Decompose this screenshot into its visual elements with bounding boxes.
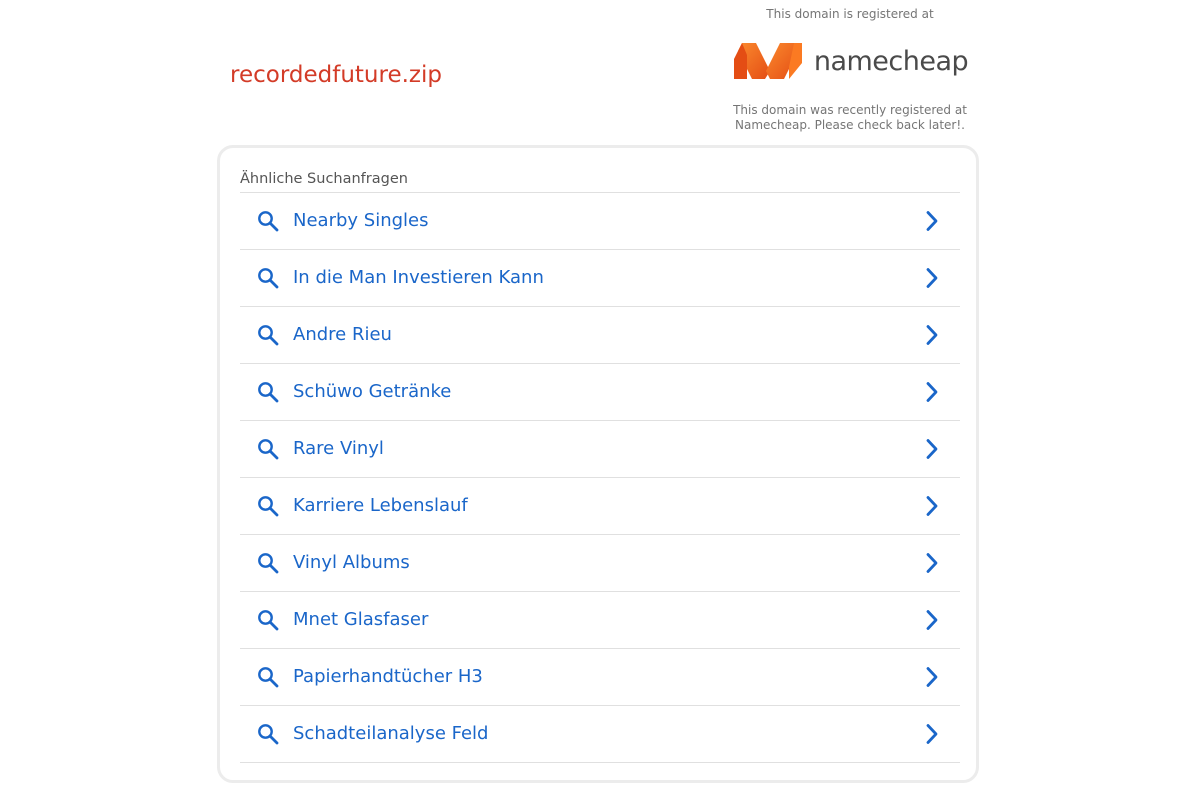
page: recordedfuture.zip This domain is regist… — [0, 0, 1200, 800]
search-suggestion-label: Rare Vinyl — [293, 438, 384, 459]
search-suggestion-item[interactable]: Nearby Singles — [240, 193, 960, 250]
search-suggestion-item[interactable]: Karriere Lebenslauf — [240, 478, 960, 535]
search-icon — [258, 553, 279, 574]
search-suggestion-label: Vinyl Albums — [293, 552, 410, 573]
chevron-right-icon — [926, 667, 938, 687]
registrar-bottom-text: This domain was recently registered at N… — [733, 103, 967, 132]
search-suggestion-item[interactable]: Mnet Glasfaser — [240, 592, 960, 649]
chevron-right-icon — [926, 325, 938, 345]
search-icon — [258, 325, 279, 346]
search-icon — [258, 211, 279, 232]
search-suggestion-item[interactable]: Andre Rieu — [240, 307, 960, 364]
chevron-right-icon — [926, 724, 938, 744]
search-suggestion-label: Karriere Lebenslauf — [293, 495, 468, 516]
search-suggestion-label: Andre Rieu — [293, 324, 392, 345]
search-suggestion-label: In die Man Investieren Kann — [293, 267, 544, 288]
chevron-right-icon — [926, 268, 938, 288]
search-icon — [258, 610, 279, 631]
search-icon — [258, 724, 279, 745]
search-suggestion-item[interactable]: In die Man Investieren Kann — [240, 250, 960, 307]
chevron-right-icon — [926, 211, 938, 231]
search-suggestion-item[interactable]: Schadteilanalyse Feld — [240, 706, 960, 763]
related-searches-panel: Ähnliche Suchanfragen Nearby Singles In … — [217, 145, 979, 783]
domain-title: recordedfuture.zip — [230, 62, 442, 88]
registrar-block: This domain is registered at namecheap T… — [730, 6, 970, 133]
namecheap-logo[interactable]: namecheap — [730, 36, 970, 86]
chevron-right-icon — [926, 553, 938, 573]
registrar-top-text: This domain is registered at — [766, 7, 934, 21]
search-suggestion-item[interactable]: Vinyl Albums — [240, 535, 960, 592]
related-searches-list: Nearby Singles In die Man Investieren Ka… — [240, 192, 960, 763]
search-suggestion-item[interactable]: Papierhandtücher H3 — [240, 649, 960, 706]
chevron-right-icon — [926, 439, 938, 459]
namecheap-logo-icon — [733, 43, 802, 79]
search-suggestion-item[interactable]: Schüwo Getränke — [240, 364, 960, 421]
search-icon — [258, 382, 279, 403]
search-icon — [258, 496, 279, 517]
search-suggestion-label: Schüwo Getränke — [293, 381, 452, 402]
chevron-right-icon — [926, 382, 938, 402]
namecheap-wordmark: namecheap — [813, 45, 969, 77]
search-icon — [258, 268, 279, 289]
search-icon — [258, 439, 279, 460]
search-suggestion-label: Mnet Glasfaser — [293, 609, 429, 630]
chevron-right-icon — [926, 610, 938, 630]
panel-heading: Ähnliche Suchanfragen — [240, 171, 408, 187]
search-suggestion-label: Papierhandtücher H3 — [293, 666, 483, 687]
chevron-right-icon — [926, 496, 938, 516]
search-icon — [258, 667, 279, 688]
search-suggestion-item[interactable]: Rare Vinyl — [240, 421, 960, 478]
search-suggestion-label: Nearby Singles — [293, 210, 429, 231]
search-suggestion-label: Schadteilanalyse Feld — [293, 723, 489, 744]
